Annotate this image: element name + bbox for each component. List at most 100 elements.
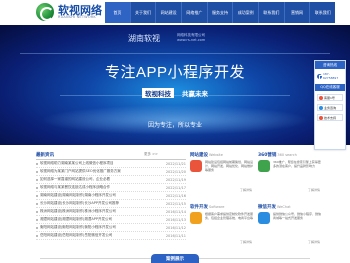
news-item[interactable]: 湖南网站建设|湖南网站制作|湖南小程序开发公司 2022/11/16 xyxy=(36,192,186,200)
service-description: 根据客户需求提供定制化软件开发服务，包括企业管理系统、电商平台等 xyxy=(205,212,254,220)
wechat-icon xyxy=(258,212,270,224)
news-item-title: 湘潭网站建设|湘潭网站制作|湘潭APP开发公司 xyxy=(40,217,112,221)
bullet-icon xyxy=(36,194,38,197)
news-item-title: 岳阳网站建设|岳阳网站制作|岳阳微信开发公司 xyxy=(40,233,113,237)
banner-decor-line xyxy=(20,53,330,54)
service-title-text: 软件开发 xyxy=(190,205,208,210)
banner-slogan-box: 软视科技 xyxy=(141,88,174,98)
nav-item-contact-2[interactable]: 联系我们 xyxy=(310,2,336,23)
qq-link-1[interactable]: 客服1号 xyxy=(317,94,343,101)
service-more-link[interactable]: 了解详情 xyxy=(308,240,320,244)
service-title-text: 网站建设 xyxy=(190,153,208,158)
news-item-date: 2016/11/11 xyxy=(165,233,186,238)
nav-item-cases[interactable]: 成功案例 xyxy=(233,2,260,23)
bullet-icon xyxy=(36,234,38,237)
banner-slogan-text: 共赢未来 xyxy=(182,91,209,98)
bullet-icon xyxy=(36,210,38,213)
news-header: 最新资讯 更多 >> xyxy=(36,152,186,160)
service-title: 网站建设Website xyxy=(190,152,255,158)
nav-item-website[interactable]: 网站建设 xyxy=(156,2,183,23)
news-item-date: 2022/11/15 xyxy=(165,201,186,206)
brand-subtitle: RUANSHI NETWORK xyxy=(58,15,96,19)
news-item[interactable]: 软视网络与某某餐饮连锁达成小程序战略合作 2022/11/17 xyxy=(36,184,186,192)
main-nav: 首页 关于我们 网站建设 网络推广 服务支持 成功案例 联系我们 营销网 联系我… xyxy=(105,2,336,23)
site-header: 软视网络 RUANSHI NETWORK 首页 关于我们 网站建设 网络推广 服… xyxy=(0,0,350,25)
bullet-icon xyxy=(36,162,38,165)
news-item[interactable]: 如何选择一家靠谱的网站建设公司，企业必看 2022/11/19 xyxy=(36,176,186,184)
nav-item-home[interactable]: 首页 xyxy=(105,2,131,23)
news-item-title: 软视网络为某某门户网站提供SEO优化推广服务方案 xyxy=(40,169,121,173)
service-wechat[interactable]: 微信开发WeChat 提供微信公众号、微信小程序、微信商城等一站式开发服务 了解… xyxy=(258,204,323,249)
news-item[interactable]: 长沙网站建设|长沙网站制作|长沙APP开发公司推荐 2022/11/15 xyxy=(36,200,186,208)
contact-phone[interactable]: 187-62758897 xyxy=(315,72,345,80)
service-website[interactable]: 网站建设Website 网站建设包括网站前期策划、网站设计、网站开发、网站优化、… xyxy=(190,152,255,197)
news-title: 最新资讯 xyxy=(36,153,54,158)
qq-icon xyxy=(319,95,323,100)
news-list: 软视网络助力湖南某某公司上线微信小程序项目 2022/11/21 软视网络为某某门… xyxy=(36,160,186,240)
news-item-title: 株洲网站建设|株洲网站制作|株洲小程序开发公司 xyxy=(40,209,116,213)
contact-phone-number: 187-62758897 xyxy=(322,72,339,80)
service-title-text: 微信开发 xyxy=(258,205,276,210)
hero-banner[interactable]: 湖南软视 网络科技有限公司 www.rs-net.com 专注APP小程序开发 … xyxy=(0,25,350,145)
logo-icon[interactable] xyxy=(36,3,54,21)
banner-title: 专注APP小程序开发 xyxy=(104,64,245,81)
service-title-en: Website xyxy=(209,153,223,157)
news-item-title: 软视网络与某某餐饮连锁达成小程序战略合作 xyxy=(40,185,110,189)
news-item-date: 2022/11/16 xyxy=(165,193,186,198)
service-360[interactable]: 360营销360 search 360推广，帮您在搜索引擎上获得更多的潜在客户，… xyxy=(258,152,323,197)
bullet-icon xyxy=(36,186,38,189)
news-item[interactable]: 株洲网站建设|株洲网站制作|株洲小程序开发公司 2016/11/14 xyxy=(36,208,186,216)
service-title-en: WeChat xyxy=(277,205,291,209)
news-item-date: 2022/11/17 xyxy=(165,185,186,190)
news-section: 最新资讯 更多 >> 软视网络助力湖南某某公司上线微信小程序项目 2022/11/… xyxy=(36,152,186,244)
software-icon xyxy=(190,212,202,224)
news-item-date: 2022/11/19 xyxy=(165,177,186,182)
nav-item-support[interactable]: 服务支持 xyxy=(207,2,234,23)
qq-link-label: 客服1号 xyxy=(324,95,335,100)
news-item-title: 长沙网站建设|长沙网站制作|长沙APP开发公司推荐 xyxy=(40,201,119,205)
nav-item-about[interactable]: 关于我们 xyxy=(130,2,157,23)
bullet-icon xyxy=(36,178,38,181)
news-item[interactable]: 软视网络为某某门户网站提供SEO优化推广服务方案 2022/11/20 xyxy=(36,168,186,176)
qq-link-label: 业务咨询 xyxy=(324,105,337,110)
bullet-icon xyxy=(36,202,38,205)
contact-panel: 咨询热线 187-62758897 QQ在线客服 客服1号 业务咨询 技术支持 xyxy=(314,60,346,150)
news-item[interactable]: 湘潭网站建设|湘潭网站制作|湘潭APP开发公司 2016/11/13 xyxy=(36,216,186,224)
news-item-title: 湖南网站建设|湖南网站制作|湖南小程序开发公司 xyxy=(40,193,116,197)
service-title: 微信开发WeChat xyxy=(258,204,323,210)
service-software[interactable]: 软件开发Software 根据客户需求提供定制化软件开发服务，包括企业管理系统、… xyxy=(190,204,255,249)
nav-item-contact[interactable]: 联系我们 xyxy=(259,2,285,23)
news-item-title: 衡阳网站建设|衡阳网站制作|衡阳小程序开发公司 xyxy=(40,225,116,229)
news-item-date: 2022/11/21 xyxy=(165,161,186,166)
phone-icon xyxy=(317,73,323,80)
news-item-date: 2016/11/12 xyxy=(165,225,186,230)
news-item-date: 2016/11/13 xyxy=(165,217,186,222)
banner-tagline: 因为专注，所以专业 xyxy=(147,123,202,129)
bullet-icon xyxy=(36,170,38,173)
nav-item-marketing[interactable]: 营销网 xyxy=(284,2,311,23)
news-item[interactable]: 软视网络助力湖南某某公司上线微信小程序项目 2022/11/21 xyxy=(36,160,186,168)
service-more-link[interactable]: 了解详情 xyxy=(240,240,252,244)
service-description: 提供微信公众号、微信小程序、微信商城等一站式开发服务 xyxy=(273,212,322,220)
news-item[interactable]: 衡阳网站建设|衡阳网站制作|衡阳小程序开发公司 2016/11/12 xyxy=(36,224,186,232)
service-more-link[interactable]: 了解详情 xyxy=(308,188,320,192)
case-tab[interactable]: 案例展示 xyxy=(151,254,199,263)
service-title-text: 360营销 xyxy=(258,153,277,158)
news-item[interactable]: 岳阳网站建设|岳阳网站制作|岳阳微信开发公司 2016/11/11 xyxy=(36,232,186,240)
news-item-date: 2016/11/14 xyxy=(165,209,186,214)
qq-link-2[interactable]: 业务咨询 xyxy=(317,104,343,111)
news-more-link[interactable]: 更多 >> xyxy=(144,152,158,157)
service-title-en: 360 search xyxy=(277,153,297,157)
qq-icon xyxy=(319,115,323,120)
qq-link-3[interactable]: 技术支持 xyxy=(317,114,343,121)
search-engine-icon xyxy=(258,160,270,172)
nav-item-promotion[interactable]: 网络推广 xyxy=(182,2,208,23)
bullet-icon xyxy=(36,218,38,221)
service-more-link[interactable]: 了解详情 xyxy=(240,188,252,192)
service-title: 360营销360 search xyxy=(258,152,323,158)
qq-icon xyxy=(319,105,323,110)
service-title-en: Software xyxy=(209,205,225,209)
banner-company-sub: www.rs-net.com xyxy=(177,38,206,42)
case-section-bar: 案例展示 xyxy=(0,254,350,263)
service-description: 网站建设包括网站前期策划、网站设计、网站开发、网站优化、网站维护等服务 xyxy=(205,160,254,172)
